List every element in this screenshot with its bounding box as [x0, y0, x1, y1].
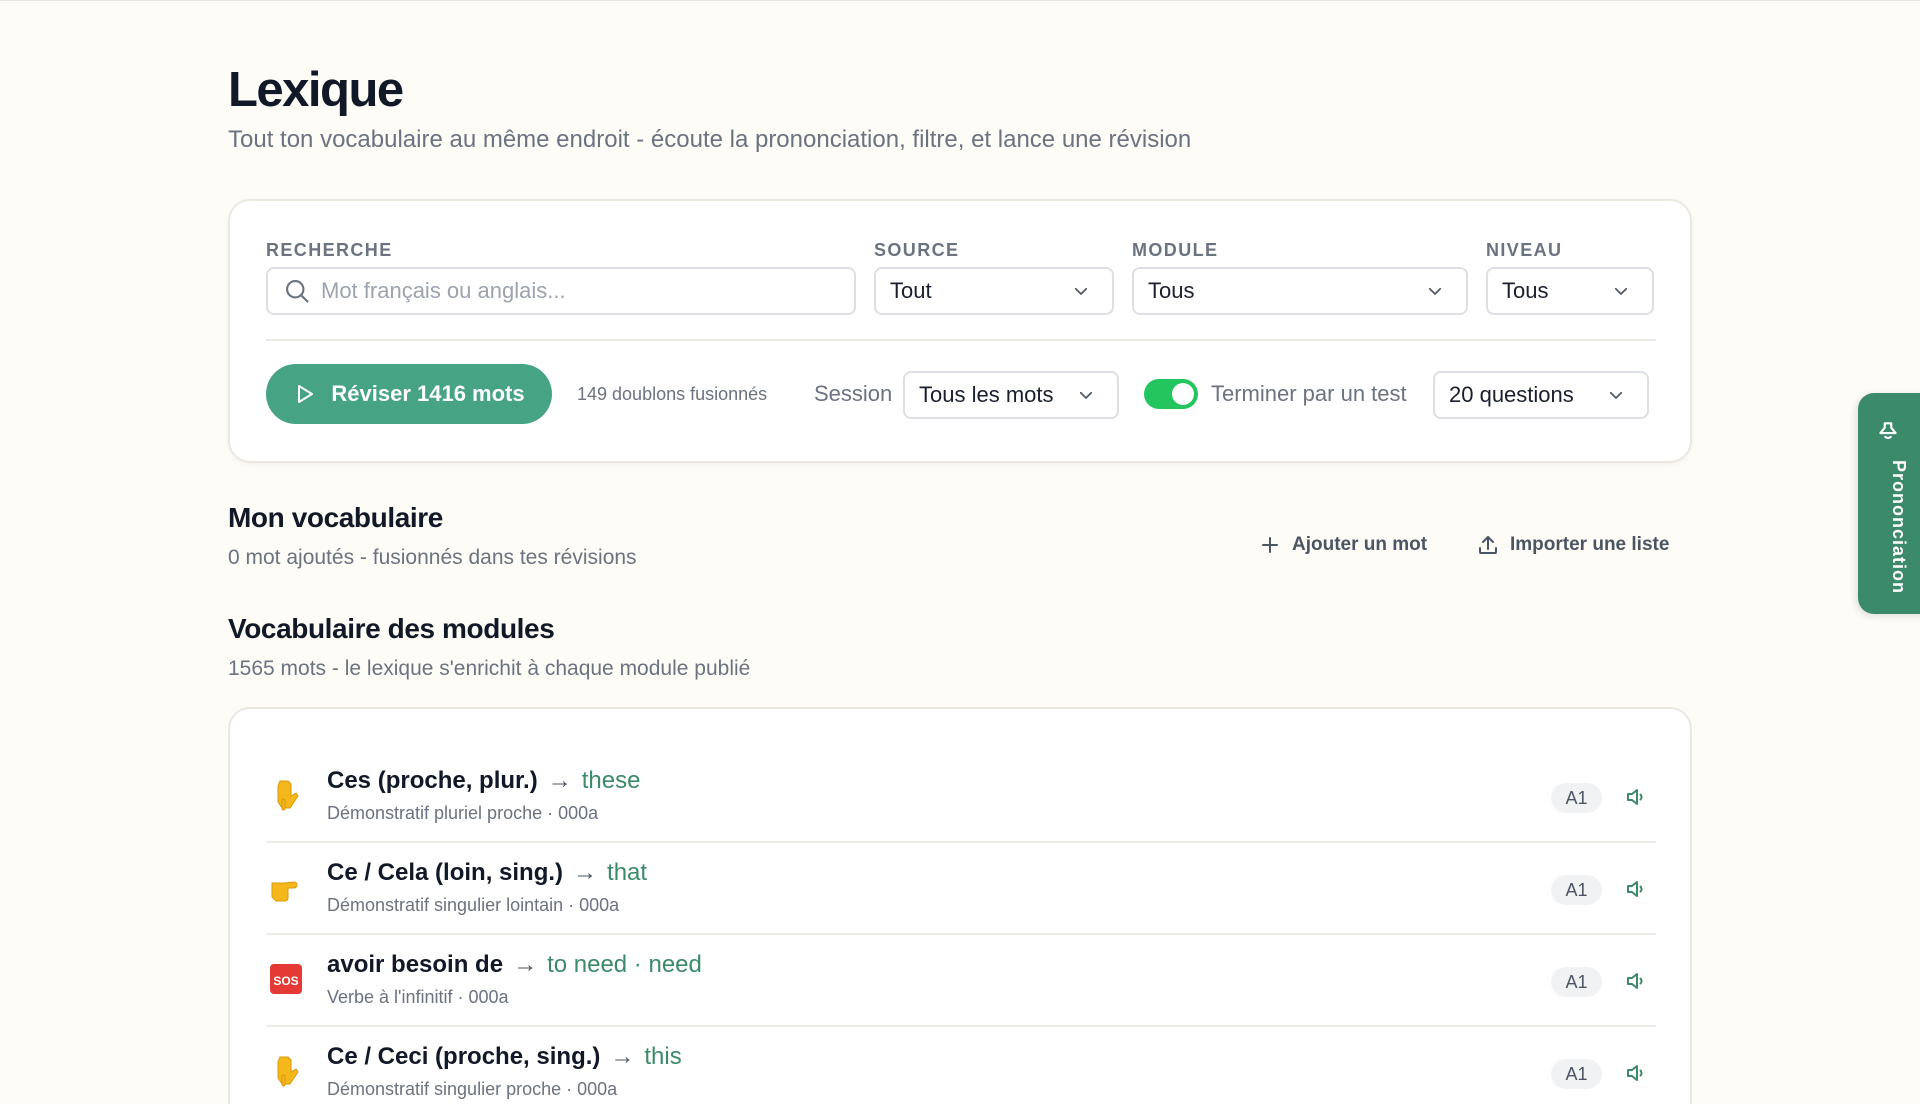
merged-duplicates-text: 149 doublons fusionnés — [577, 384, 768, 404]
module-select[interactable]: Tous — [1132, 267, 1468, 315]
chevron-down-icon — [1614, 287, 1628, 295]
search-input[interactable] — [311, 278, 854, 304]
word-french: avoir besoin de → to need · need — [327, 951, 702, 978]
chevron-down-icon — [1609, 391, 1623, 399]
word-french: Ce / Ceci (proche, sing.) → this — [327, 1043, 682, 1070]
sos-icon: SOS — [270, 964, 302, 994]
word-english: these — [581, 767, 641, 794]
page-title: Lexique — [228, 63, 404, 117]
word-french: Ces (proche, plur.) → these — [327, 767, 641, 794]
pronunciation-label: Prononciation — [1889, 460, 1909, 594]
search-label: RECHERCHE — [266, 240, 393, 260]
arrow-right-icon: → — [610, 1043, 635, 1070]
word-english: to need · need — [547, 951, 702, 978]
chevron-down-icon — [1428, 287, 1442, 295]
svg-text:SOS: SOS — [273, 974, 298, 988]
add-word-button[interactable]: Ajouter un mot — [1258, 533, 1427, 557]
page-subtitle: Tout ton vocabulaire au même endroit - é… — [228, 126, 1192, 153]
divider — [266, 339, 1656, 341]
level-badge: A1 — [1551, 875, 1602, 905]
pronunciation-side-tab[interactable]: Prononciation — [1858, 393, 1920, 614]
arrow-right-icon: → — [547, 767, 572, 794]
test-toggle-label: Terminer par un test — [1211, 381, 1407, 406]
word-meta: Verbe à l'infinitif · 000a — [327, 987, 509, 1007]
session-label: Session — [814, 381, 893, 406]
word-row[interactable]: Ce / Ceci (proche, sing.) → this Démonstra… — [266, 1027, 1656, 1104]
word-english: that — [607, 859, 648, 886]
word-meta: Démonstratif pluriel proche · 000a — [327, 803, 599, 823]
word-row[interactable]: Ces (proche, plur.) → these Démonstratif p… — [266, 751, 1656, 843]
pointing-down-icon — [277, 1056, 299, 1087]
arrow-right-icon: → — [513, 951, 538, 978]
session-select[interactable]: Tous les mots — [903, 371, 1119, 419]
filter-card: RECHERCHE SOURCE Tout MODULE Tous NIVEAU… — [228, 199, 1692, 463]
test-toggle[interactable] — [1144, 379, 1198, 409]
session-value: Tous les mots — [919, 382, 1054, 407]
word-french: Ce / Cela (loin, sing.) → that — [327, 859, 648, 886]
level-value: Tous — [1502, 278, 1549, 303]
module-value: Tous — [1148, 278, 1195, 303]
word-meta: Démonstratif singulier proche · 000a — [327, 1079, 618, 1099]
pointing-down-icon — [277, 780, 299, 811]
word-row[interactable]: Ce / Cela (loin, sing.) → that Démonstrati… — [266, 843, 1656, 935]
chevron-down-icon — [1074, 287, 1088, 295]
speaker-icon — [1879, 422, 1897, 440]
source-label: SOURCE — [874, 240, 960, 260]
speaker-icon[interactable] — [1624, 877, 1648, 901]
module-vocab-title: Vocabulaire des modules — [228, 613, 555, 644]
word-english: this — [644, 1043, 682, 1070]
module-vocab-subtitle: 1565 mots - le lexique s'enrichit à chaq… — [228, 657, 751, 680]
review-button[interactable]: Réviser 1416 mots — [266, 364, 552, 424]
speaker-icon[interactable] — [1624, 969, 1648, 993]
upload-icon — [1479, 536, 1497, 554]
pointing-right-icon — [271, 881, 298, 902]
word-meta: Démonstratif singulier lointain · 000a — [327, 895, 620, 915]
my-vocab-title: Mon vocabulaire — [228, 502, 443, 533]
source-value: Tout — [890, 278, 932, 303]
play-icon — [298, 385, 314, 403]
top-border — [0, 0, 1920, 1]
level-select[interactable]: Tous — [1486, 267, 1654, 315]
search-field[interactable] — [266, 267, 856, 315]
toggle-knob — [1172, 383, 1194, 405]
plus-icon — [1262, 537, 1278, 553]
import-list-label: Importer une liste — [1510, 534, 1670, 555]
speaker-icon[interactable] — [1624, 1061, 1648, 1085]
word-row[interactable]: SOS avoir besoin de → to need · need Verbe… — [266, 935, 1656, 1027]
questions-select[interactable]: 20 questions — [1433, 371, 1649, 419]
questions-value: 20 questions — [1449, 382, 1574, 407]
module-label: MODULE — [1132, 240, 1219, 260]
review-button-label: Réviser 1416 mots — [331, 381, 525, 406]
words-card: Ces (proche, plur.) → these Démonstratif p… — [228, 707, 1692, 1104]
level-badge: A1 — [1551, 783, 1602, 813]
level-badge: A1 — [1551, 967, 1602, 997]
level-badge: A1 — [1551, 1059, 1602, 1089]
my-vocab-subtitle: 0 mot ajoutés - fusionnés dans tes révis… — [228, 546, 637, 569]
add-word-label: Ajouter un mot — [1292, 534, 1428, 555]
speaker-icon[interactable] — [1624, 785, 1648, 809]
source-select[interactable]: Tout — [874, 267, 1114, 315]
arrow-right-icon: → — [573, 859, 598, 886]
level-label: NIVEAU — [1486, 240, 1563, 260]
chevron-down-icon — [1079, 391, 1093, 399]
import-list-button[interactable]: Importer une liste — [1476, 533, 1669, 557]
search-icon — [286, 280, 309, 303]
